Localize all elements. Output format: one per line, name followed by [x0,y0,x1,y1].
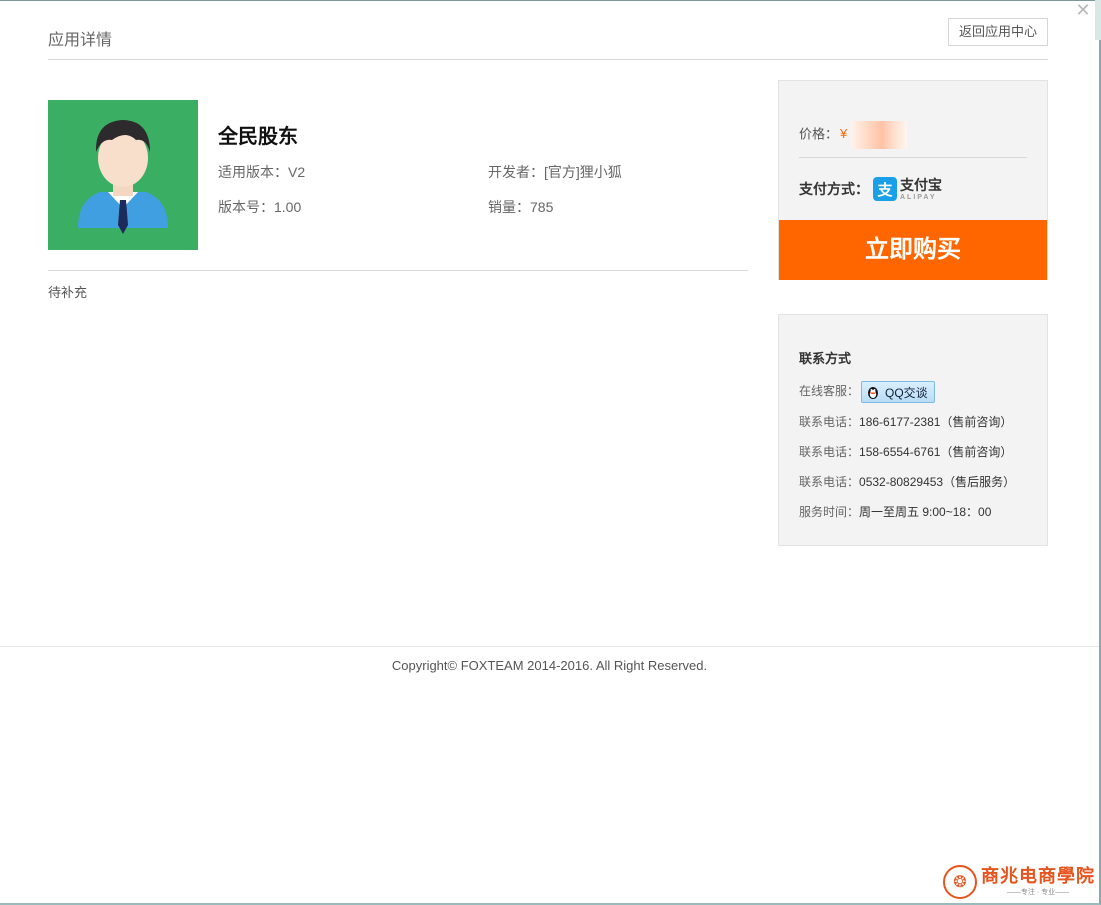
purchase-panel: 价格： ¥ 支付方式： 支 支付宝 ALIPAY 立即购买 [778,80,1048,280]
contact-title: 联系方式 [799,351,852,366]
user-avatar-icon [78,120,168,234]
service-hours-value: 周一至周五 9:00~18：00 [859,505,992,519]
watermark-subtitle: ——专注 · 专业—— [1006,889,1070,896]
build-label: 版本号： [218,199,274,215]
phone-label: 联系电话： [799,415,860,429]
payment-method-row: 支付方式： 支 支付宝 ALIPAY [799,177,942,201]
close-icon[interactable]: ✕ [1075,1,1091,19]
build-value: 1.00 [274,199,302,215]
sales-value: 785 [530,199,554,215]
alipay-logo-icon: 支 [873,177,897,201]
phone-value: 0532-80829453（售后服务） [859,475,1016,489]
alipay-cn-label: 支付宝 [900,176,942,193]
qq-chat-label: QQ交谈 [885,385,928,400]
phone-row: 联系电话：158-6554-6761（售前咨询） [799,443,1012,460]
footer-divider [0,646,1099,647]
phone-label: 联系电话： [799,445,860,459]
watermark-text: 商兆电商學院 ——专注 · 专业—— [981,866,1095,897]
price-row: 价格： ¥ [799,121,908,149]
version-value: V2 [288,164,306,180]
page-header: 应用详情 返回应用中心 [48,14,1048,60]
version-label: 适用版本： [218,164,288,180]
online-service-label: 在线客服： [799,384,860,399]
phone-value: 186-6177-2381（售前咨询） [859,415,1013,429]
phone-row: 联系电话：0532-80829453（售后服务） [799,473,1015,490]
back-to-app-center-button[interactable]: 返回应用中心 [947,18,1048,46]
service-hours-label: 服务时间： [799,505,860,519]
payment-label: 支付方式： [799,181,869,197]
alipay-en-label: ALIPAY [900,193,937,201]
online-service-row: 在线客服： QQ交谈 [799,381,935,403]
developer-value: [官方]狸小狐 [544,164,622,180]
app-avatar-image [48,100,198,250]
sales-label: 销量： [488,199,530,215]
qq-penguin-icon [868,387,879,399]
developer-label: 开发者： [488,164,544,180]
content-divider [48,270,748,271]
build-info: 版本号：1.00 [218,197,301,217]
price-label: 价格： [799,126,839,142]
seal-icon: ❂ [943,865,977,899]
watermark-logo: ❂ 商兆电商學院 ——专注 · 专业—— [943,865,1095,899]
app-name: 全民股东 [218,126,298,148]
window-edge-strip [1095,0,1101,40]
alipay-option[interactable]: 支 支付宝 ALIPAY [873,177,942,201]
version-info: 适用版本：V2 [218,162,305,182]
blurred-price [851,121,908,149]
service-hours-row: 服务时间：周一至周五 9:00~18：00 [799,503,991,520]
phone-label: 联系电话： [799,475,860,489]
price-symbol: ¥ [840,126,848,142]
page-title: 应用详情 [48,32,113,49]
phone-value: 158-6554-6761（售前咨询） [859,445,1013,459]
sales-info: 销量：785 [488,197,553,217]
purchase-divider [799,157,1027,158]
qq-chat-button[interactable]: QQ交谈 [861,381,935,403]
phone-row: 联系电话：186-6177-2381（售前咨询） [799,413,1012,430]
contact-panel: 联系方式 在线客服： QQ交谈 联系电话：186-6177-2381（售前咨询） … [778,314,1048,546]
developer-info: 开发者：[官方]狸小狐 [488,162,622,182]
alipay-wordmark: 支付宝 ALIPAY [900,178,942,201]
copyright-text: Copyright© FOXTEAM 2014-2016. All Right … [391,658,708,673]
buy-now-button[interactable]: 立即购买 [779,220,1047,280]
app-description: 待补充 [48,285,88,300]
watermark-name: 商兆电商學院 [981,866,1095,887]
